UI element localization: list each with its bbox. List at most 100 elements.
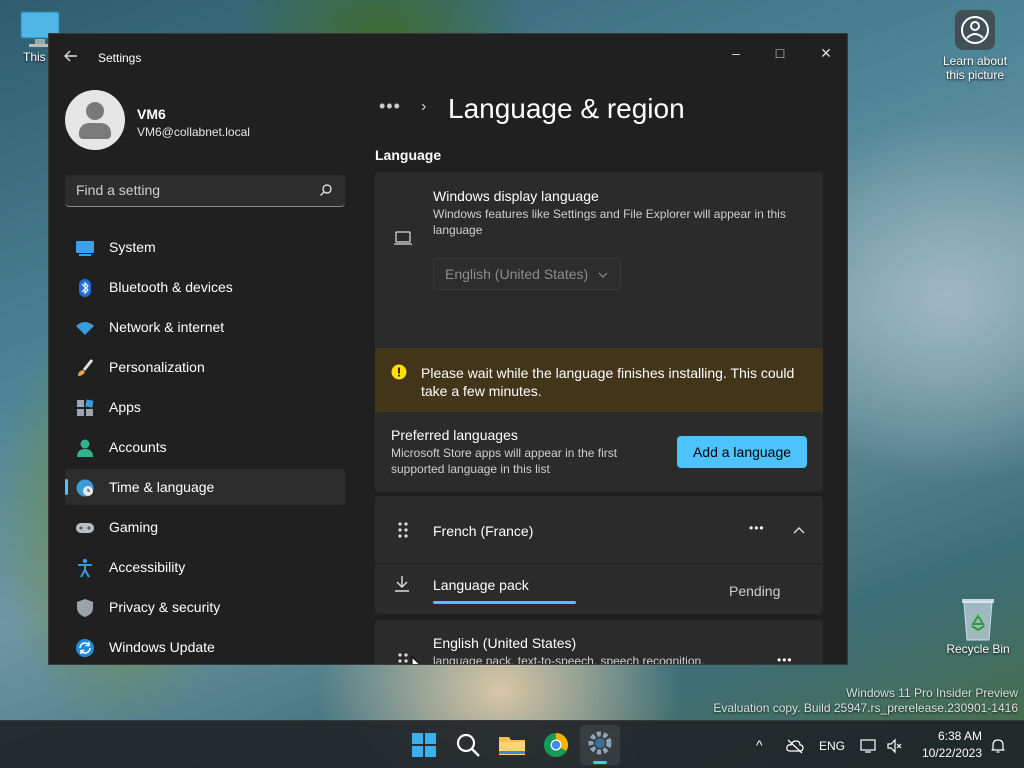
clock-time: 6:38 AM	[937, 729, 982, 743]
sidebar-item-label: Accounts	[109, 439, 167, 455]
drag-handle-icon[interactable]	[397, 652, 409, 665]
sidebar-item-label: Privacy & security	[109, 599, 221, 615]
brush-icon	[78, 359, 94, 376]
language-card-french: French (France) ••• Language pack Pendin…	[375, 496, 823, 614]
sidebar-item-privacy[interactable]: Privacy & security	[65, 589, 345, 625]
desktop-icon-recycle-bin[interactable]: Recycle Bin	[940, 596, 1016, 656]
gamepad-icon	[76, 523, 94, 533]
tray-overflow-button[interactable]: ^	[756, 737, 763, 753]
sidebar: VM6 VM6@collabnet.local System Bluetooth…	[49, 80, 359, 664]
settings-window: Settings – □ ✕ VM6 VM6@collabnet.local S…	[48, 33, 848, 665]
language-pack-progress-bar	[433, 601, 577, 604]
window-title: Settings	[98, 51, 142, 65]
minimize-button[interactable]: –	[721, 42, 751, 64]
sidebar-item-accessibility[interactable]: Accessibility	[65, 549, 345, 585]
chevron-down-icon	[598, 272, 608, 278]
avatar-head	[86, 102, 104, 120]
preferred-desc: Microsoft Store apps will appear in the …	[391, 446, 618, 476]
volume-muted-icon[interactable]	[886, 738, 902, 754]
desktop-icon-learn-about-picture[interactable]: Learn about this picture	[934, 10, 1016, 82]
download-icon	[395, 576, 409, 592]
breadcrumb-more-button[interactable]: •••	[379, 96, 401, 117]
taskbar: ^ ENG 6:38 AM 10/22/2023	[0, 720, 1024, 768]
user-email: VM6@collabnet.local	[137, 125, 250, 139]
input-language-indicator[interactable]: ENG	[819, 739, 845, 753]
person-icon	[77, 439, 93, 457]
maximize-button[interactable]: □	[765, 42, 795, 64]
active-app-indicator	[593, 761, 607, 764]
file-explorer-icon[interactable]	[496, 729, 528, 761]
clock-date: 10/22/2023	[921, 746, 982, 760]
watermark-line: Windows 11 Pro Insider Preview	[846, 686, 1018, 700]
active-indicator	[65, 479, 68, 495]
watermark-line: Evaluation copy. Build 25947.rs_prerelea…	[713, 701, 1018, 715]
language-more-button[interactable]: •••	[749, 521, 765, 535]
search-input[interactable]	[65, 175, 305, 205]
display-language-desc: Windows features like Settings and File …	[433, 207, 786, 237]
add-language-button[interactable]: Add a language	[677, 436, 807, 468]
avatar[interactable]	[65, 90, 125, 150]
search-box[interactable]	[65, 175, 345, 207]
search-icon[interactable]	[452, 729, 484, 761]
notification-bell-icon[interactable]	[990, 738, 1006, 754]
desktop-icon-label: Learn about	[942, 54, 1008, 68]
accessibility-icon	[78, 558, 92, 578]
recycle-bin-icon	[962, 599, 994, 641]
windows-start-icon[interactable]	[408, 729, 440, 761]
sidebar-item-label: Network & internet	[109, 319, 225, 335]
page-title: Language & region	[448, 93, 685, 124]
apps-icon	[77, 399, 94, 416]
shield-icon	[77, 599, 93, 617]
preferred-title: Preferred languages	[391, 427, 518, 443]
monitor-icon	[76, 241, 94, 256]
language-pack-label: Language pack	[433, 577, 529, 593]
title-bar[interactable]: Settings – □ ✕	[49, 34, 847, 80]
chrome-icon[interactable]	[540, 729, 572, 761]
mouse-cursor-icon	[411, 656, 421, 664]
laptop-icon	[394, 231, 412, 245]
back-arrow-icon[interactable]	[63, 48, 81, 66]
sidebar-item-system[interactable]: System	[65, 229, 345, 265]
sidebar-item-label: Apps	[109, 399, 141, 415]
sidebar-item-apps[interactable]: Apps	[65, 389, 345, 425]
camera-icon	[955, 10, 995, 50]
language-more-button[interactable]: •••	[777, 653, 793, 664]
sidebar-item-label: Personalization	[109, 359, 205, 375]
update-icon	[76, 639, 94, 657]
sidebar-item-label: System	[109, 239, 156, 255]
sidebar-item-label: Gaming	[109, 519, 159, 535]
preferred-languages-card: Preferred languages Microsoft Store apps…	[375, 412, 823, 492]
section-heading-language: Language	[375, 147, 442, 163]
build-watermark: Windows 11 Pro Insider Preview Evaluatio…	[713, 686, 1018, 715]
language-features: language pack, text-to-speech, speech re…	[433, 654, 705, 665]
clock[interactable]: 6:38 AM 10/22/2023	[914, 729, 982, 760]
sidebar-item-personalization[interactable]: Personalization	[65, 349, 345, 385]
desktop-icon-label: Recycle Bin	[946, 642, 1010, 656]
sidebar-item-accounts[interactable]: Accounts	[65, 429, 345, 465]
language-name: French (France)	[433, 523, 534, 539]
sidebar-item-bluetooth[interactable]: Bluetooth & devices	[65, 269, 345, 305]
gear-icon	[588, 731, 612, 755]
sidebar-item-label: Windows Update	[109, 639, 215, 655]
close-button[interactable]: ✕	[811, 42, 841, 64]
display-language-title: Windows display language	[433, 188, 599, 204]
avatar-body	[79, 123, 111, 139]
sidebar-item-time-language[interactable]: Time & language	[65, 469, 345, 505]
chevron-up-icon[interactable]	[793, 526, 805, 534]
drag-handle-icon[interactable]	[397, 521, 409, 539]
user-name: VM6	[137, 106, 166, 122]
main-content: ••• › Language & region Language Windows…	[375, 80, 823, 665]
sidebar-item-gaming[interactable]: Gaming	[65, 509, 345, 545]
globe-clock-icon	[76, 479, 94, 497]
sidebar-item-windows-update[interactable]: Windows Update	[65, 629, 345, 664]
display-language-dropdown[interactable]: English (United States)	[433, 258, 621, 290]
cloud-offline-icon[interactable]	[786, 738, 804, 754]
bluetooth-icon	[79, 279, 91, 297]
search-icon[interactable]	[319, 183, 333, 197]
warning-icon	[391, 364, 407, 380]
settings-taskbar-button[interactable]	[580, 725, 620, 765]
sidebar-item-network[interactable]: Network & internet	[65, 309, 345, 345]
network-icon[interactable]	[860, 738, 878, 754]
desktop-icon-label: this picture	[945, 68, 1005, 82]
sidebar-item-label: Bluetooth & devices	[109, 279, 233, 295]
